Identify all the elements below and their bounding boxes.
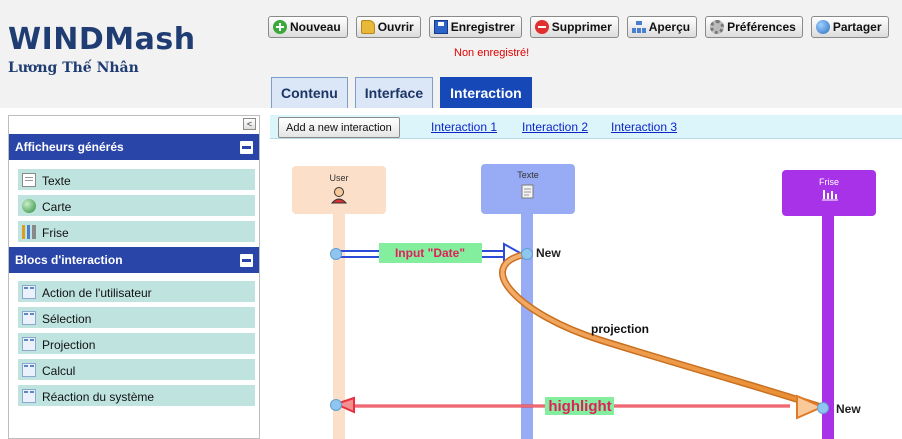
share-button[interactable]: Partager (810, 16, 889, 38)
interaction-link-1[interactable]: Interaction 1 (431, 120, 497, 134)
interaction-link-3[interactable]: Interaction 3 (611, 120, 677, 134)
projection-label: projection (591, 322, 649, 336)
interaction-canvas[interactable]: User Texte Frise Input "Date" projection… (270, 140, 902, 439)
sidebar-item-carte[interactable]: Carte (18, 195, 255, 216)
preferences-button[interactable]: Préférences (705, 16, 803, 38)
new-button-label: Nouveau (290, 20, 341, 34)
section-title-blocks: Blocs d'interaction (15, 253, 123, 267)
sidebar-item-projection[interactable]: Projection (18, 333, 255, 354)
sidebar-item-label: Réaction du système (42, 390, 155, 404)
open-button-label: Ouvrir (377, 20, 414, 34)
text-icon (22, 173, 36, 187)
folder-icon (360, 20, 375, 34)
globe-icon (815, 20, 830, 34)
message-highlight[interactable]: highlight (333, 394, 825, 420)
frise-new-label: New (836, 402, 861, 416)
user-return-point[interactable] (330, 399, 342, 411)
section-title-displays: Afficheurs générés (15, 140, 124, 154)
frise-activation-point[interactable] (817, 402, 829, 414)
block-icon (22, 389, 36, 403)
sidebar-item-frise[interactable]: Frise (18, 221, 255, 242)
tab-interface[interactable]: Interface (354, 77, 434, 108)
preferences-button-label: Préférences (727, 20, 796, 34)
sidebar-item-label: Texte (42, 174, 71, 188)
sidebar-item-label: Frise (42, 226, 69, 240)
section-header-blocks[interactable]: Blocs d'interaction (9, 247, 259, 273)
sidebar-item-selection[interactable]: Sélection (18, 307, 255, 328)
block-icon (22, 311, 36, 325)
input-date-label: Input "Date" (395, 246, 465, 260)
collapse-section-icon[interactable] (240, 254, 253, 267)
delete-button-label: Supprimer (551, 20, 612, 34)
share-button-label: Partager (832, 20, 882, 34)
sidebar: < Afficheurs générés Texte Carte Frise B… (8, 115, 260, 439)
texte-activation-point[interactable] (521, 248, 533, 260)
app-logo: WINDMash (8, 22, 196, 57)
save-button-label: Enregistrer (450, 20, 515, 34)
document-icon (521, 184, 534, 199)
message-projection[interactable]: projection (499, 250, 822, 410)
map-icon (22, 199, 36, 213)
save-icon (433, 20, 448, 34)
new-button[interactable]: Nouveau (268, 16, 348, 38)
gear-icon (710, 20, 725, 34)
tab-interaction[interactable]: Interaction (440, 77, 532, 108)
message-input-date[interactable]: Input "Date" (339, 242, 525, 266)
main-tabs: Contenu Interface Interaction (271, 77, 532, 108)
add-interaction-button[interactable]: Add a new interaction (278, 117, 400, 138)
delete-button[interactable]: Supprimer (529, 16, 619, 38)
preview-button[interactable]: Aperçu (626, 16, 698, 38)
tab-contenu[interactable]: Contenu (271, 77, 348, 108)
toolbar: Nouveau Ouvrir Enregistrer Supprimer Ape… (268, 16, 889, 38)
sidebar-item-system-reaction[interactable]: Réaction du système (18, 385, 255, 406)
texte-lifeline-title: Texte (517, 170, 539, 180)
frise-lifeline-title: Frise (819, 177, 839, 187)
app-author: Lương Thế Nhân (8, 60, 139, 76)
sidebar-item-label: Carte (42, 200, 72, 214)
sidebar-item-calcul[interactable]: Calcul (18, 359, 255, 380)
sequence-diagram: User Texte Frise Input "Date" projection… (292, 164, 876, 439)
highlight-label: highlight (548, 398, 611, 415)
sidebar-item-label: Sélection (42, 312, 92, 326)
user-lifeline-title: User (329, 173, 348, 183)
preview-button-label: Aperçu (648, 20, 691, 34)
sidebar-item-user-action[interactable]: Action de l'utilisateur (18, 281, 255, 302)
interaction-link-2[interactable]: Interaction 2 (522, 120, 588, 134)
plus-icon (273, 20, 287, 34)
sidebar-item-texte[interactable]: Texte (18, 169, 255, 190)
save-button[interactable]: Enregistrer (428, 16, 522, 38)
block-icon (22, 285, 36, 299)
texte-new-label: New (536, 246, 561, 260)
block-icon (22, 337, 36, 351)
user-activation-point[interactable] (330, 248, 342, 260)
interaction-bar: Add a new interaction Interaction 1 Inte… (270, 115, 902, 139)
block-icon (22, 363, 36, 377)
save-status: Non enregistré! (454, 47, 530, 59)
timeline-icon (22, 225, 36, 239)
open-button[interactable]: Ouvrir (355, 16, 421, 38)
section-header-displays[interactable]: Afficheurs générés (9, 134, 259, 160)
sidebar-item-label: Projection (42, 338, 96, 352)
sidebar-item-label: Action de l'utilisateur (42, 286, 152, 300)
header: WINDMash Lương Thế Nhân Nouveau Ouvrir E… (0, 0, 902, 108)
collapse-sidebar-button[interactable]: < (243, 118, 256, 130)
collapse-section-icon[interactable] (240, 141, 253, 154)
sidebar-item-label: Calcul (42, 364, 76, 378)
delete-icon (534, 20, 549, 34)
preview-icon (631, 20, 646, 34)
